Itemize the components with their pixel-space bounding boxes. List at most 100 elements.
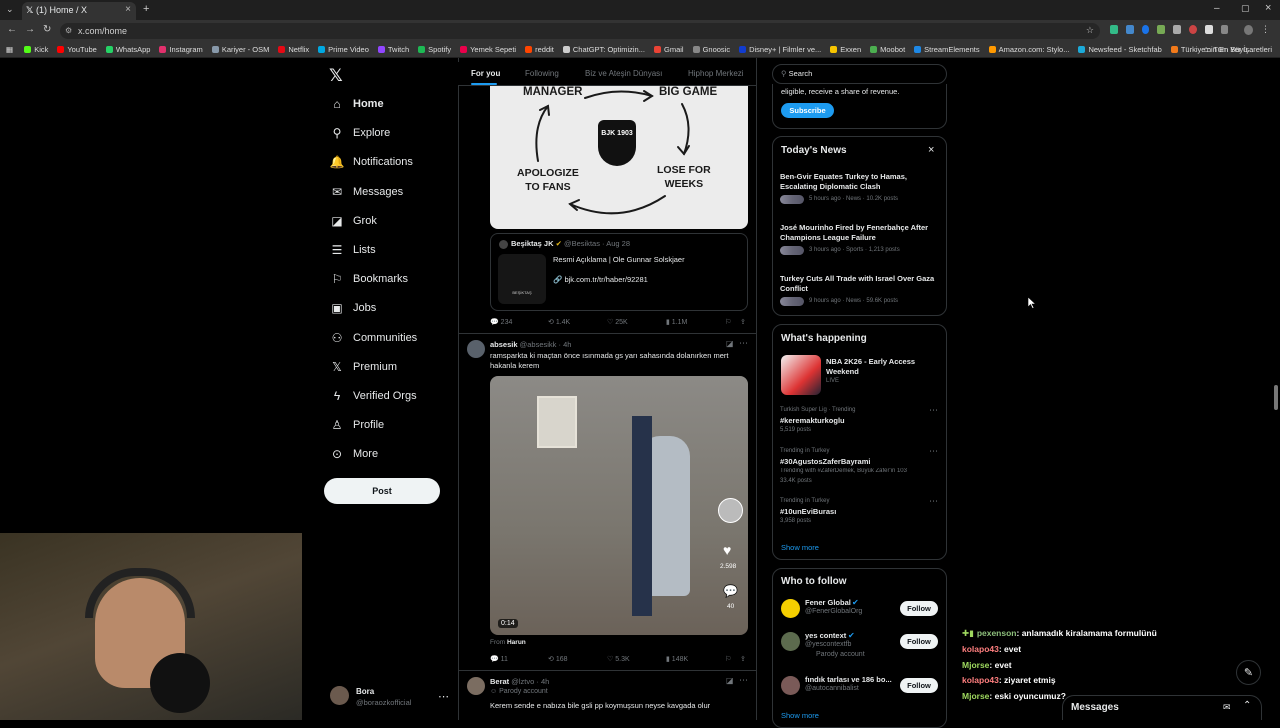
bookmark-item[interactable]: reddit <box>525 42 554 54</box>
new-message-icon[interactable]: ✉ <box>1223 702 1231 713</box>
bookmark-item[interactable]: Amazon.com: Stylo... <box>988 42 1069 54</box>
views-action[interactable]: ▮ 1.1M <box>666 318 687 326</box>
tweet-2-video[interactable]: ♥ 2.598 💬 40 0:14 <box>490 376 748 635</box>
news-headline[interactable]: José Mourinho Fired by Fenerbahçe After … <box>780 223 940 243</box>
nav-item-more[interactable]: ⊙ More <box>330 443 378 465</box>
reply-action[interactable]: 💬 11 <box>490 655 508 663</box>
nav-item-home[interactable]: ⌂ Home <box>330 93 383 115</box>
browser-tab[interactable]: 𝕏 (1) Home / X × <box>22 2 136 20</box>
profile-avatar-icon[interactable] <box>1244 25 1254 35</box>
trend-more-icon[interactable]: ⋯ <box>929 496 938 507</box>
show-more-trends[interactable]: Show more <box>781 543 819 552</box>
url-input[interactable]: ⚙ x.com/home ☆ <box>60 23 1100 39</box>
nav-item-verified-orgs[interactable]: ϟ Verified Orgs <box>330 385 417 407</box>
back-icon[interactable]: ← <box>7 24 17 35</box>
messages-drawer[interactable]: Messages ✉ ⌃ <box>1062 695 1262 720</box>
subscribe-button[interactable]: Subscribe <box>781 103 834 118</box>
bookmark-item[interactable]: ChatGPT: Optimizin... <box>562 42 645 54</box>
video-heart-icon[interactable]: ♥ <box>723 542 731 558</box>
video-comment-icon[interactable]: 💬 <box>723 584 738 598</box>
expand-drawer-icon[interactable]: ⌃ <box>1243 700 1251 711</box>
nav-item-lists[interactable]: ☰ Lists <box>330 239 376 261</box>
menu-kebab-icon[interactable]: ⋮ <box>1261 25 1270 37</box>
tweet-3-more-icon[interactable]: ⋯ <box>739 675 748 686</box>
tweet-2-more-icon[interactable]: ⋯ <box>739 338 748 349</box>
nav-item-profile[interactable]: ♙ Profile <box>330 414 385 436</box>
featured-title[interactable]: NBA 2K26 - Early Access Weekend <box>826 357 936 377</box>
post-button[interactable]: Post <box>324 478 440 504</box>
follow-name[interactable]: fındık tarlası ve 186 bo... <box>805 675 895 684</box>
window-close-icon[interactable]: × <box>1265 2 1271 14</box>
search-input[interactable]: ⚲ Search <box>772 64 947 84</box>
follow-button[interactable]: Follow <box>900 678 938 693</box>
trend-more-icon[interactable]: ⋯ <box>929 446 938 457</box>
nav-item-communities[interactable]: ⚇ Communities <box>330 327 418 349</box>
nav-item-explore[interactable]: ⚲ Explore <box>330 122 391 144</box>
page-scrollbar[interactable] <box>1273 60 1279 720</box>
bookmark-item[interactable]: Kariyer - OSM <box>211 42 269 54</box>
share-action-icon[interactable]: ⇪ <box>740 655 746 663</box>
forward-icon[interactable]: → <box>25 24 35 35</box>
tweet-3-grok-icon[interactable]: ◪ <box>726 676 734 685</box>
video-overlay-avatar[interactable] <box>718 498 743 523</box>
tweet-2-grok-icon[interactable]: ◪ <box>726 339 734 348</box>
reload-icon[interactable]: ↻ <box>43 24 51 35</box>
bookmark-star-icon[interactable]: ☆ <box>1086 25 1094 36</box>
all-bookmarks[interactable]: ▭ Tüm Yer İşaretleri <box>1204 45 1272 54</box>
bookmark-item[interactable]: Prime Video <box>318 42 369 54</box>
show-more-follow[interactable]: Show more <box>781 711 819 720</box>
from-name[interactable]: Harun <box>507 639 526 646</box>
trend-name[interactable]: #keremakturkoglu <box>780 416 845 425</box>
featured-thumbnail[interactable] <box>781 355 821 395</box>
repost-action[interactable]: ⟲ 1.4K <box>548 318 570 326</box>
scrollbar-thumb[interactable] <box>1274 385 1278 410</box>
nav-item-grok[interactable]: ◪ Grok <box>330 210 377 232</box>
tweet-2-name[interactable]: absesik <box>490 340 518 349</box>
bookmark-item[interactable]: Spotify <box>418 42 451 54</box>
bookmark-item[interactable]: Disney+ | Filmler ve... <box>739 42 821 54</box>
follow-avatar[interactable] <box>781 676 800 695</box>
quote-link[interactable]: 🔗 bjk.com.tr/tr/haber/92281 <box>553 275 648 284</box>
extension-icon[interactable] <box>1173 25 1181 34</box>
trend-name[interactable]: #30AgustosZaferBayrami <box>780 457 870 466</box>
x-logo-icon[interactable]: 𝕏 <box>329 66 343 86</box>
nav-item-premium[interactable]: 𝕏 Premium <box>330 356 397 378</box>
close-news-icon[interactable]: × <box>928 144 934 156</box>
extensions-puzzle-icon[interactable] <box>1220 25 1229 34</box>
bookmark-action-icon[interactable]: ⚐ <box>725 655 731 663</box>
bookmark-item[interactable]: Gmail <box>653 42 684 54</box>
bookmark-item[interactable]: Exxen <box>830 42 861 54</box>
follow-avatar[interactable] <box>781 599 800 618</box>
apps-grid-icon[interactable]: ▦ <box>6 42 13 54</box>
follow-button[interactable]: Follow <box>900 634 938 649</box>
bookmark-item[interactable]: Gnoosic <box>692 42 730 54</box>
extension-icon[interactable] <box>1110 25 1118 34</box>
bookmark-action-icon[interactable]: ⚐ <box>725 318 731 326</box>
news-headline[interactable]: Turkey Cuts All Trade with Israel Over G… <box>780 274 940 294</box>
compose-fab-icon[interactable]: ✎ <box>1236 660 1261 685</box>
bookmark-item[interactable]: Netflix <box>278 42 309 54</box>
bookmark-item[interactable]: Newsfeed - Sketchfab <box>1078 42 1162 54</box>
bookmark-item[interactable]: StreamElements <box>914 42 980 54</box>
tweet-2-avatar[interactable] <box>467 340 485 358</box>
bookmark-item[interactable]: Yemek Sepeti <box>460 42 516 54</box>
trend-more-icon[interactable]: ⋯ <box>929 405 938 416</box>
extension-icon[interactable] <box>1125 25 1134 34</box>
bookmark-item[interactable]: Kick <box>24 42 48 54</box>
extension-icon[interactable] <box>1157 25 1166 34</box>
tab-list-2[interactable]: Hiphop Merkezi <box>688 69 744 78</box>
site-info-icon[interactable]: ⚙ <box>65 26 72 35</box>
follow-button[interactable]: Follow <box>900 601 938 616</box>
new-tab-icon[interactable]: + <box>143 3 149 15</box>
reply-action[interactable]: 💬 234 <box>490 318 512 326</box>
bookmark-item[interactable]: WhatsApp <box>105 42 150 54</box>
bookmark-item[interactable]: YouTube <box>57 42 97 54</box>
extension-icon[interactable] <box>1204 25 1213 34</box>
extension-icon[interactable] <box>1188 25 1197 34</box>
account-switcher[interactable]: Bora @boraozkofficial ⋯ <box>328 685 450 711</box>
nav-item-messages[interactable]: ✉ Messages <box>330 181 403 203</box>
like-action[interactable]: ♡ 25K <box>607 318 628 326</box>
trend-name[interactable]: #10unEviBurası <box>780 507 836 516</box>
tab-for-you[interactable]: For you <box>471 69 500 78</box>
tweet-image-graphic[interactable]: MANAGER BIG GAME APOLOGIZE TO FANS LOSE … <box>490 86 748 229</box>
